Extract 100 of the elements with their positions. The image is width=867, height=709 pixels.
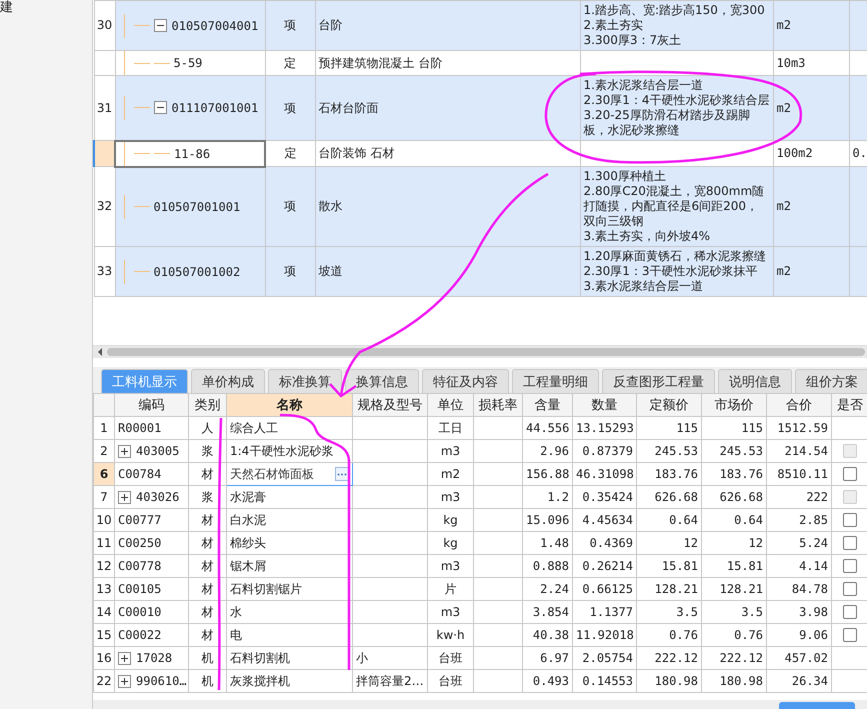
resource-name: 灰浆搅拌机 [230, 674, 290, 688]
number-text: 245.53 [654, 444, 698, 458]
row-number: 6 [94, 462, 114, 486]
expand-toggle-icon[interactable] [118, 674, 131, 688]
number-text: 626.68 [720, 490, 763, 504]
column-header[interactable]: 合价 [766, 394, 832, 416]
column-header[interactable]: 损耗率 [474, 394, 522, 416]
item-name: 台阶 [318, 18, 342, 32]
number-text: 3.5 [676, 605, 698, 619]
number-text: 4.45634 [582, 513, 633, 527]
name-input-field[interactable]: 天然石材饰面板 [226, 462, 352, 486]
checkbox[interactable] [843, 605, 857, 620]
type-text: 浆 [202, 490, 214, 504]
checkbox[interactable] [843, 467, 857, 482]
checkbox[interactable] [843, 628, 857, 642]
tab[interactable]: 说明信息 [718, 369, 792, 393]
code-text: 11-86 [174, 146, 210, 160]
number-text: 128.21 [654, 582, 698, 596]
column-header[interactable]: 定额价 [636, 394, 702, 416]
tab[interactable]: 工程量明细 [512, 369, 599, 393]
unit-text: kw·h [436, 628, 465, 642]
unit-text: m2 [776, 199, 791, 213]
row-number: 22 [94, 670, 114, 692]
row-number: 33 [94, 246, 115, 296]
number-text: 9.06 [799, 628, 828, 642]
checkbox[interactable] [843, 513, 857, 528]
resource-name: 锯木屑 [230, 558, 266, 572]
code-text: 010507004001 [172, 18, 258, 32]
spec-text: 小 [356, 650, 368, 664]
type-text: 机 [202, 650, 214, 664]
column-header[interactable]: 是否 [832, 394, 867, 416]
feature-description: 1.20厚麻面黄锈石，稀水泥浆擦缝 2.30厚1：3干硬性水泥砂浆抹平 3.素水泥浆结合层一道 [584, 249, 768, 294]
number-text: 1512.59 [777, 421, 828, 435]
unit-text: 台班 [438, 674, 462, 688]
column-header[interactable]: 含量 [522, 394, 572, 416]
number-text: 1.2 [547, 490, 569, 504]
collapse-toggle-icon[interactable] [154, 19, 166, 32]
unit-text: kg [443, 513, 458, 527]
row-number: 14 [94, 600, 114, 624]
tab[interactable]: 换算信息 [345, 369, 419, 393]
type-text: 定 [284, 146, 296, 160]
code-text: 5-59 [174, 56, 202, 70]
tab[interactable]: 单价构成 [191, 369, 265, 393]
column-header[interactable]: 名称 [226, 394, 352, 416]
number-text: 0.4369 [590, 536, 633, 550]
type-text: 材 [202, 582, 214, 596]
number-text: 0.64 [669, 513, 698, 527]
unit-text: m2 [776, 264, 791, 278]
code-text: C00022 [118, 628, 162, 642]
horizontal-scrollbar[interactable] [93, 345, 867, 358]
tab[interactable]: 特征及内容 [422, 369, 509, 393]
expand-toggle-icon[interactable] [118, 490, 131, 504]
checkbox[interactable] [843, 536, 857, 550]
number-text: 626.68 [654, 490, 698, 504]
column-header[interactable]: 规格及型号 [352, 394, 428, 416]
row-number: 30 [94, 0, 115, 50]
number-text: 222.12 [654, 651, 698, 665]
panel-title: 建 [0, 1, 13, 15]
number-text: 11.92018 [576, 628, 634, 642]
type-text: 材 [202, 466, 214, 480]
collapse-toggle-icon[interactable] [154, 101, 166, 114]
number-text: 0.888 [532, 559, 569, 573]
type-text: 材 [202, 512, 214, 526]
row-number: 12 [94, 554, 114, 578]
number-text: 128.21 [720, 582, 763, 596]
resource-name: 白水泥 [230, 512, 266, 526]
number-text: 0.493 [532, 674, 569, 688]
row-number: 1 [94, 416, 114, 440]
number-text: 115 [741, 421, 763, 435]
item-name: 台阶装饰 石材 [318, 146, 394, 160]
item-name: 坡道 [318, 264, 342, 278]
type-text: 材 [202, 628, 214, 642]
number-text: 40.38 [532, 628, 569, 642]
more-button[interactable] [335, 467, 349, 481]
column-header[interactable]: 数量 [572, 394, 636, 416]
column-header[interactable]: 编码 [114, 394, 188, 416]
unit-text: 工日 [438, 420, 462, 434]
code-text: 010507001001 [154, 200, 240, 214]
tab[interactable]: 标准换算 [268, 369, 342, 393]
checkbox[interactable] [843, 559, 857, 574]
column-header[interactable]: 市场价 [702, 394, 766, 416]
tab[interactable]: 反查图形工程量 [602, 369, 715, 393]
checkbox[interactable] [843, 582, 857, 596]
number-text: 214.54 [784, 444, 828, 458]
code-text: 403005 [136, 444, 180, 458]
expand-toggle-icon[interactable] [118, 652, 131, 664]
number-text: 0.66125 [582, 582, 633, 596]
row-number: 15 [94, 624, 114, 646]
resource-name: 水 [230, 604, 242, 618]
number-text: 8510.11 [777, 467, 828, 481]
tab[interactable]: 组价方案 [795, 369, 867, 393]
number-text: 183.76 [654, 467, 698, 481]
code-text: C00784 [118, 467, 162, 481]
number-text: 15.096 [526, 513, 570, 527]
column-header[interactable]: 单位 [428, 394, 474, 416]
resource-name: 电 [230, 628, 242, 642]
column-header[interactable]: 类别 [188, 394, 226, 416]
expand-toggle-icon[interactable] [118, 444, 131, 458]
resource-name: 棉纱头 [230, 536, 266, 550]
number-text: 1.1377 [590, 605, 633, 619]
